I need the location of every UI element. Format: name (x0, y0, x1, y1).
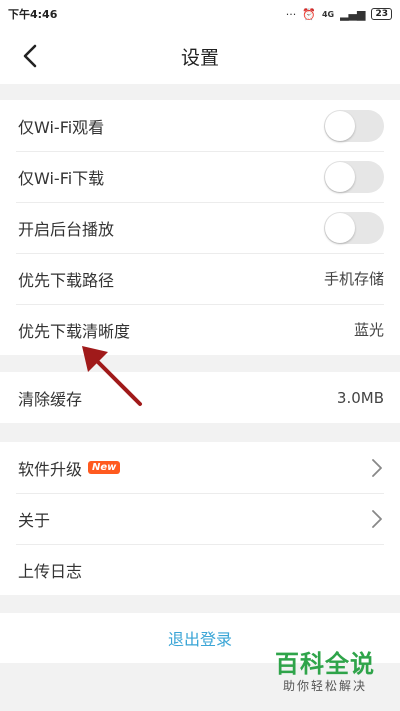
setting-row-wifi-watch: 仅Wi-Fi观看 (0, 100, 400, 151)
back-button[interactable] (14, 38, 46, 74)
setting-label: 关于 (18, 510, 51, 530)
chevron-right-icon (372, 509, 382, 528)
battery-icon: 23 (371, 8, 392, 20)
setting-row-clear-cache[interactable]: 清除缓存 3.0MB (0, 372, 400, 423)
setting-row-about[interactable]: 关于 (0, 493, 400, 544)
setting-label: 开启后台播放 (18, 219, 115, 239)
setting-label: 仅Wi-Fi下载 (18, 168, 105, 188)
watermark-title: 百科全说 (275, 650, 375, 678)
page-title: 设置 (180, 46, 219, 69)
setting-row-software-update[interactable]: 软件升级 New (0, 442, 400, 493)
wifi-watch-toggle[interactable] (324, 109, 384, 142)
alarm-icon: ⏰ (302, 7, 316, 21)
setting-row-wifi-download: 仅Wi-Fi下载 (0, 151, 400, 202)
nav-bar: 设置 (0, 28, 400, 84)
setting-row-background-play: 开启后台播放 (0, 202, 400, 253)
chevron-right-icon (372, 458, 382, 477)
cache-section: 清除缓存 3.0MB (0, 372, 400, 423)
setting-row-download-path[interactable]: 优先下载路径 手机存储 (0, 253, 400, 304)
chevron-left-icon (23, 44, 37, 68)
setting-label: 清除缓存 (18, 389, 83, 409)
setting-label: 上传日志 (18, 561, 83, 581)
background-play-toggle[interactable] (324, 211, 384, 244)
status-icons: ··· ⏰ 4G ▂▄▆ 23 (286, 8, 392, 21)
misc-section: 软件升级 New 关于 上传日志 (0, 442, 400, 595)
status-time: 下午4:46 (8, 8, 58, 21)
dots-icon: ··· (285, 7, 297, 21)
toggle-knob (325, 110, 355, 141)
signal-icon: ▂▄▆ (340, 7, 366, 21)
annotation-arrow-icon (82, 346, 142, 406)
setting-label: 优先下载清晰度 (18, 321, 131, 341)
toggle-knob (325, 161, 355, 192)
network-label: 4G (321, 9, 335, 19)
download-quality-value: 蓝光 (353, 321, 384, 339)
cache-size-value: 3.0MB (336, 388, 384, 407)
setting-row-download-quality[interactable]: 优先下载清晰度 蓝光 (0, 304, 400, 355)
playback-settings-section: 仅Wi-Fi观看 仅Wi-Fi下载 开启后台播放 优先下载路径 手机存储 优先下… (0, 100, 400, 355)
status-bar: 下午4:46 ··· ⏰ 4G ▂▄▆ 23 (0, 0, 400, 28)
download-path-value: 手机存储 (323, 270, 384, 288)
watermark-subtitle: 助你轻松解决 (282, 679, 367, 693)
logout-button[interactable]: 退出登录 (168, 626, 232, 650)
software-update-label: 软件升级 (18, 459, 83, 479)
watermark-logo: 百科全说 助你轻松解决 (266, 650, 384, 694)
wifi-download-toggle[interactable] (324, 160, 384, 193)
setting-label: 仅Wi-Fi观看 (18, 117, 105, 137)
setting-label: 软件升级 New (18, 456, 121, 480)
new-badge: New (88, 461, 121, 474)
setting-row-upload-log[interactable]: 上传日志 (0, 544, 400, 595)
toggle-knob (325, 212, 355, 243)
setting-label: 优先下载路径 (18, 270, 115, 290)
